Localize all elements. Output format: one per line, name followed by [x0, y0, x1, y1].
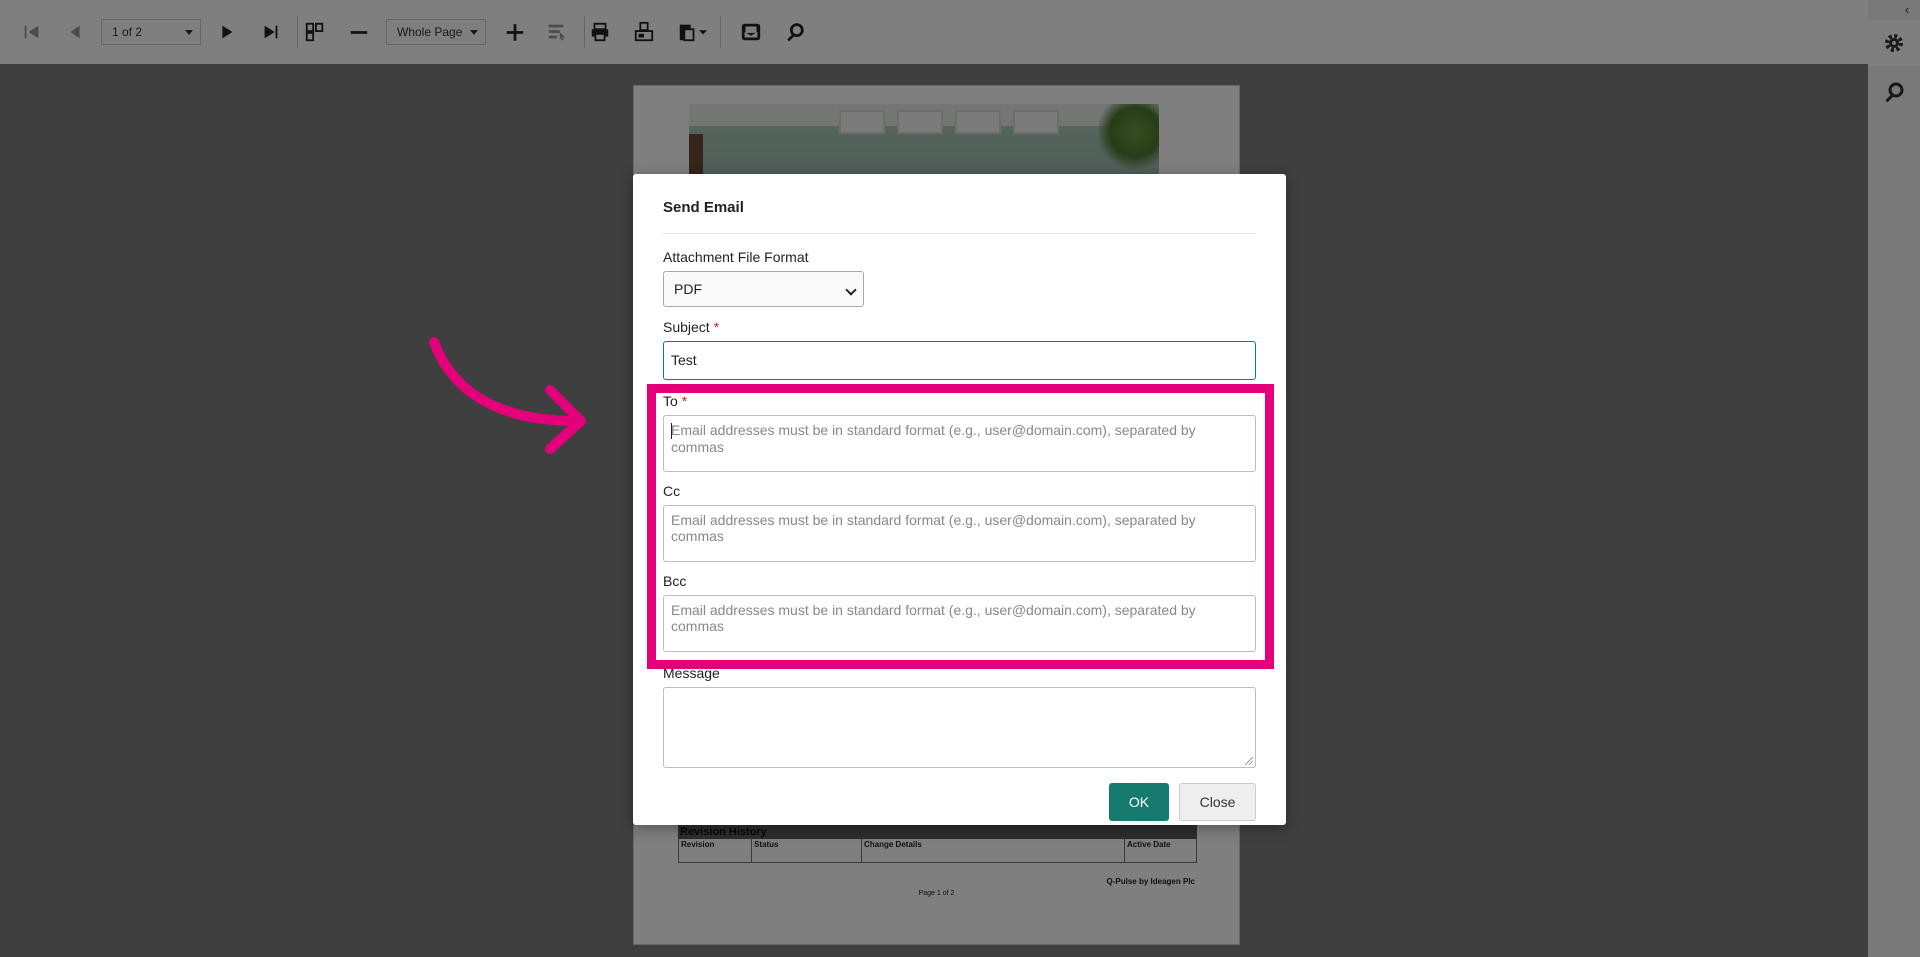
subject-label: Subject * — [663, 319, 719, 335]
attachment-format-value: PDF — [674, 281, 702, 297]
attachment-format-select[interactable]: PDF — [663, 271, 864, 307]
to-label: To * — [663, 393, 687, 409]
send-email-dialog: Send Email Attachment File Format PDF Su… — [633, 174, 1286, 825]
chevron-down-icon — [845, 284, 857, 296]
required-marker: * — [681, 393, 688, 409]
resize-handle-icon[interactable] — [1245, 757, 1253, 765]
to-placeholder: Email addresses must be in standard form… — [671, 422, 1196, 456]
bcc-placeholder: Email addresses must be in standard form… — [671, 602, 1196, 634]
close-button[interactable]: Close — [1179, 783, 1256, 821]
bcc-field[interactable]: Email addresses must be in standard form… — [663, 595, 1256, 652]
to-field[interactable]: Email addresses must be in standard form… — [663, 415, 1256, 472]
cc-label: Cc — [663, 483, 681, 499]
bcc-label: Bcc — [663, 573, 687, 589]
ok-button[interactable]: OK — [1109, 783, 1169, 821]
to-label-text: To — [663, 393, 678, 409]
message-label: Message — [663, 665, 720, 681]
attachment-format-label: Attachment File Format — [663, 249, 809, 265]
cc-field[interactable]: Email addresses must be in standard form… — [663, 505, 1256, 562]
required-marker: * — [713, 319, 720, 335]
pointer-arrow-icon — [429, 337, 586, 454]
subject-value: Test — [671, 352, 697, 368]
cc-placeholder: Email addresses must be in standard form… — [671, 512, 1196, 544]
dialog-title: Send Email — [663, 199, 744, 216]
subject-label-text: Subject — [663, 319, 710, 335]
message-textarea[interactable] — [663, 687, 1256, 768]
subject-input[interactable]: Test — [663, 341, 1256, 380]
dialog-divider — [663, 233, 1256, 234]
